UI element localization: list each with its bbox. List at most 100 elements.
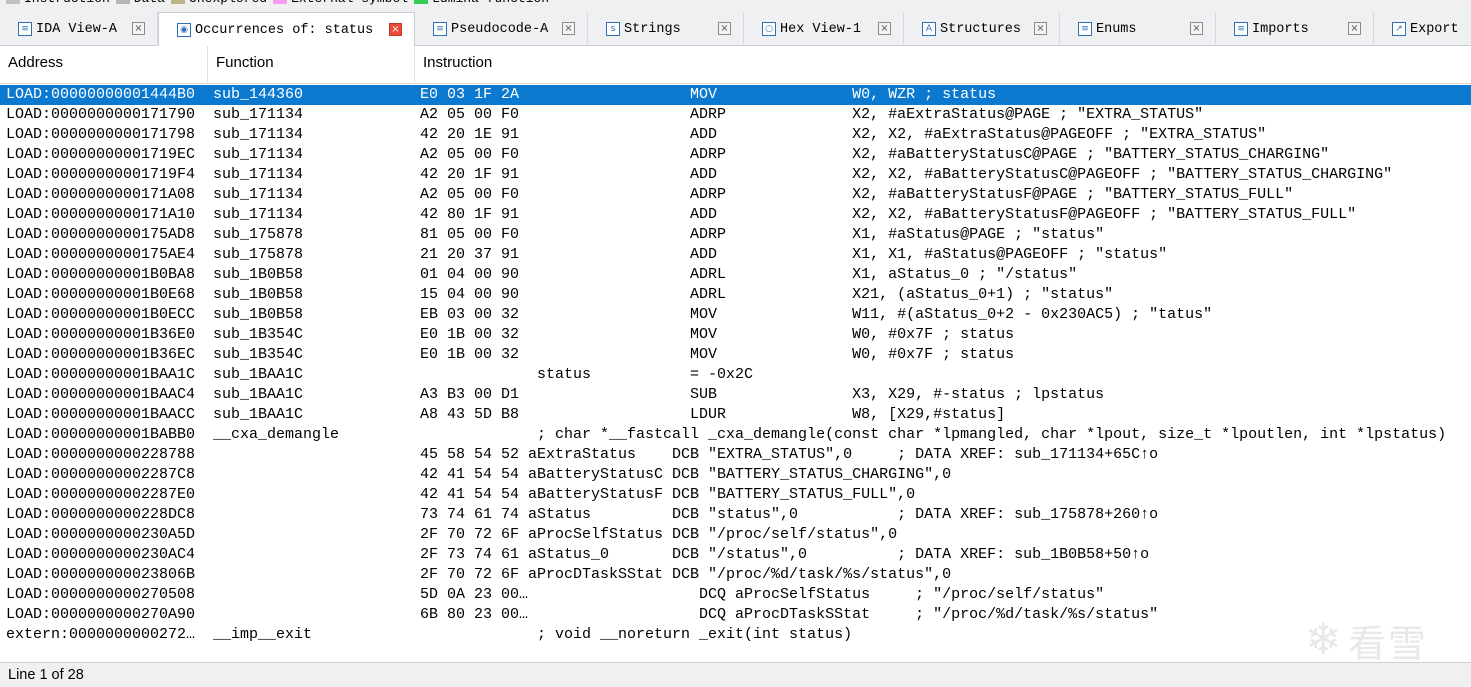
tab-occurrences-of-status[interactable]: ◉ Occurrences of: status × <box>158 12 415 47</box>
close-tab-icon[interactable]: × <box>132 22 145 35</box>
close-tab-icon[interactable]: × <box>1190 22 1203 35</box>
occurrence-row[interactable]: LOAD:00000000001B36EC sub_1B354C E0 1B 00 … <box>0 345 1471 365</box>
address-cell: LOAD:0000000000171A10 <box>6 206 196 223</box>
occurrence-row[interactable]: LOAD:0000000000230AC4 2F 73 74 61 aStatus… <box>0 545 1471 565</box>
legend-swatch <box>414 0 429 4</box>
function-cell: sub_171134 <box>213 206 304 223</box>
address-cell: LOAD:00000000001719EC <box>6 146 196 163</box>
instruction-cell: 2F 70 72 6F aProcSelfStatus DCB "/proc/s… <box>420 526 898 543</box>
address-cell: LOAD:0000000000175AD8 <box>6 226 196 243</box>
legend-label: Unexplored <box>189 0 267 6</box>
address-cell: LOAD:00000000001BAAC4 <box>6 386 196 403</box>
occurrence-row[interactable]: LOAD:0000000000171A08 sub_171134 A2 05 00 … <box>0 185 1471 205</box>
address-cell: LOAD:0000000000228788 <box>6 446 196 463</box>
address-cell: LOAD:0000000000230A5D <box>6 526 196 543</box>
close-tab-icon[interactable]: × <box>562 22 575 35</box>
occurrences-icon: ◉ <box>177 23 191 37</box>
line-count-text: Line 1 of 28 <box>8 667 84 683</box>
close-tab-icon[interactable]: × <box>1034 22 1047 35</box>
legend-label: External symbol <box>291 0 408 6</box>
close-tab-icon[interactable]: × <box>718 22 731 35</box>
instruction-cell: ; char *__fastcall _cxa_demangle(const c… <box>420 426 1447 443</box>
tab-label: Enums <box>1096 21 1137 37</box>
occurrence-row[interactable]: LOAD:00000000001B36E0 sub_1B354C E0 1B 00 … <box>0 325 1471 345</box>
instruction-cell: A2 05 00 F0 ADRP X2, #aBatteryStatusF@PA… <box>420 186 1294 203</box>
address-cell: LOAD:0000000000228DC8 <box>6 506 196 523</box>
tab-imports[interactable]: ≡ Imports × <box>1216 12 1374 46</box>
tab-bar: ≡ IDA View-A × ◉ Occurrences of: status × ≡ Pse… <box>0 8 1471 47</box>
occurrence-row[interactable]: LOAD:0000000000171790 sub_171134 A2 05 00 … <box>0 105 1471 125</box>
occurrence-row[interactable]: LOAD:0000000000175AE4 sub_175878 21 20 37 … <box>0 245 1471 265</box>
instruction-cell: 81 05 00 F0 ADRP X1, #aStatus@PAGE ; "st… <box>420 226 1105 243</box>
occurrence-row[interactable]: LOAD:00000000002287E0 42 41 54 54 aBatter… <box>0 485 1471 505</box>
occurrence-row[interactable]: extern:0000000000272… __imp__exit ; void … <box>0 625 1471 645</box>
close-tab-icon[interactable]: × <box>1348 22 1361 35</box>
function-cell: __cxa_demangle <box>213 426 340 443</box>
occurrence-row[interactable]: LOAD:00000000002287C8 42 41 54 54 aBatter… <box>0 465 1471 485</box>
occurrence-row[interactable]: LOAD:00000000001719F4 sub_171134 42 20 1F … <box>0 165 1471 185</box>
tab-label: Occurrences of: status <box>195 22 374 38</box>
address-cell: LOAD:0000000000171A08 <box>6 186 196 203</box>
occurrence-row[interactable]: LOAD:00000000001BABB0 __cxa_demangle ; ch… <box>0 425 1471 445</box>
address-cell: LOAD:00000000001719F4 <box>6 166 196 183</box>
instruction-cell: E0 03 1F 2A MOV W0, WZR ; status <box>420 86 997 103</box>
occurrence-row[interactable]: LOAD:0000000000270508 5D 0A 23 00… DCQ aP… <box>0 585 1471 605</box>
occurrence-row[interactable]: LOAD:00000000001BAAC4 sub_1BAA1C A3 B3 00 … <box>0 385 1471 405</box>
occurrence-row[interactable]: LOAD:00000000001444B0 sub_144360 E0 03 1F … <box>0 85 1471 105</box>
enums-icon: ≡ <box>1078 22 1092 36</box>
occurrence-row[interactable]: LOAD:0000000000270A90 6B 80 23 00… DCQ aP… <box>0 605 1471 625</box>
address-cell: LOAD:0000000000270508 <box>6 586 196 603</box>
tab-label: Pseudocode-A <box>451 21 549 37</box>
instruction-cell: status = -0x2C <box>420 366 754 383</box>
tab-pseudocode-a[interactable]: ≡ Pseudocode-A × <box>415 12 588 46</box>
address-cell: LOAD:0000000000230AC4 <box>6 546 196 563</box>
occurrence-row[interactable]: LOAD:0000000000171798 sub_171134 42 20 1E … <box>0 125 1471 145</box>
tab-strings[interactable]: s Strings × <box>588 12 744 46</box>
column-header-address[interactable]: Address <box>0 46 208 84</box>
instruction-cell: 73 74 61 74 aStatus DCB "status",0 ; DAT… <box>420 506 1159 523</box>
instruction-cell: 2F 73 74 61 aStatus_0 DCB "/status",0 ; … <box>420 546 1150 563</box>
instruction-cell: 15 04 00 90 ADRL X21, (aStatus_0+1) ; "s… <box>420 286 1114 303</box>
occurrence-row[interactable]: LOAD:0000000000230A5D 2F 70 72 6F aProcSe… <box>0 525 1471 545</box>
occurrence-row[interactable]: LOAD:00000000001BAACC sub_1BAA1C A8 43 5D … <box>0 405 1471 425</box>
occurrence-row[interactable]: LOAD:00000000001BAA1C sub_1BAA1C status =… <box>0 365 1471 385</box>
address-cell: LOAD:000000000023806B <box>6 566 196 583</box>
instruction-cell: 42 80 1F 91 ADD X2, X2, #aBatteryStatusF… <box>420 206 1357 223</box>
instruction-cell: A2 05 00 F0 ADRP X2, #aBatteryStatusC@PA… <box>420 146 1330 163</box>
strings-icon: s <box>606 22 620 36</box>
tab-enums[interactable]: ≡ Enums × <box>1060 12 1216 46</box>
tab-ida-view-a[interactable]: ≡ IDA View-A × <box>0 12 158 46</box>
function-cell: sub_144360 <box>213 86 304 103</box>
occurrence-row[interactable]: LOAD:00000000001B0E68 sub_1B0B58 15 04 00 … <box>0 285 1471 305</box>
tab-structures[interactable]: A Structures × <box>904 12 1060 46</box>
instruction-cell: 01 04 00 90 ADRL X1, aStatus_0 ; "/statu… <box>420 266 1078 283</box>
function-cell: sub_1B0B58 <box>213 286 304 303</box>
occurrence-row[interactable]: LOAD:0000000000228788 45 58 54 52 aExtraS… <box>0 445 1471 465</box>
instruction-cell: 42 20 1E 91 ADD X2, X2, #aExtraStatus@PA… <box>420 126 1267 143</box>
address-cell: LOAD:00000000001B36E0 <box>6 326 196 343</box>
pseudocode-icon: ≡ <box>433 22 447 36</box>
instruction-cell: 6B 80 23 00… DCQ aProcDTaskSStat ; "/pro… <box>420 606 1159 623</box>
instruction-cell: 42 41 54 54 aBatteryStatusF DCB "BATTERY… <box>420 486 916 503</box>
close-tab-icon[interactable]: × <box>389 23 402 36</box>
ida-view-icon: ≡ <box>18 22 32 36</box>
tab-export[interactable]: ↗ Export <box>1374 12 1471 46</box>
occurrences-list[interactable]: LOAD:00000000001444B0 sub_144360 E0 03 1F … <box>0 85 1471 651</box>
occurrence-row[interactable]: LOAD:000000000023806B 2F 70 72 6F aProcDT… <box>0 565 1471 585</box>
imports-icon: ≡ <box>1234 22 1248 36</box>
tab-hex-view-1[interactable]: ○ Hex View-1 × <box>744 12 904 46</box>
occurrence-row[interactable]: LOAD:00000000001719EC sub_171134 A2 05 00 … <box>0 145 1471 165</box>
function-cell: sub_1B354C <box>213 326 304 343</box>
column-header-instruction[interactable]: Instruction <box>415 46 1471 84</box>
occurrence-row[interactable]: LOAD:0000000000228DC8 73 74 61 74 aStatus… <box>0 505 1471 525</box>
instruction-cell: EB 03 00 32 MOV W11, #(aStatus_0+2 - 0x2… <box>420 306 1213 323</box>
occurrence-row[interactable]: LOAD:00000000001B0ECC sub_1B0B58 EB 03 00 … <box>0 305 1471 325</box>
occurrence-row[interactable]: LOAD:0000000000175AD8 sub_175878 81 05 00 … <box>0 225 1471 245</box>
occurrence-row[interactable]: LOAD:00000000001B0BA8 sub_1B0B58 01 04 00 … <box>0 265 1471 285</box>
occurrence-row[interactable]: LOAD:0000000000171A10 sub_171134 42 80 1F … <box>0 205 1471 225</box>
legend-swatch <box>115 0 130 4</box>
instruction-cell: A3 B3 00 D1 SUB X3, X29, #-status ; lpst… <box>420 386 1105 403</box>
column-header-function[interactable]: Function <box>208 46 415 84</box>
instruction-cell: 42 20 1F 91 ADD X2, X2, #aBatteryStatusC… <box>420 166 1393 183</box>
close-tab-icon[interactable]: × <box>878 22 891 35</box>
